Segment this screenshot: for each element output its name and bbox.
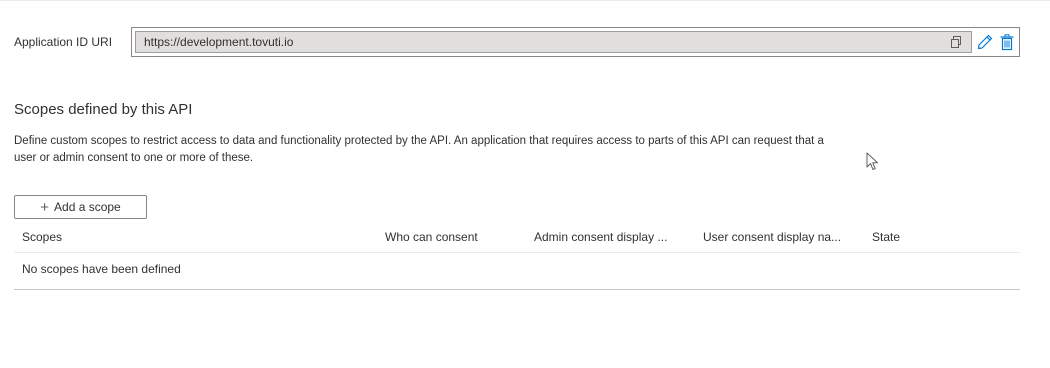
column-header-user-consent-display-name[interactable]: User consent display na... <box>703 230 841 244</box>
scopes-section-title: Scopes defined by this API <box>14 101 193 118</box>
column-header-admin-consent-display-name[interactable]: Admin consent display ... <box>534 230 667 244</box>
copy-icon[interactable] <box>949 35 963 49</box>
scopes-table-header: Scopes Who can consent Admin consent dis… <box>14 222 1020 252</box>
column-header-state[interactable]: State <box>872 230 900 244</box>
application-id-uri-field[interactable]: https://development.tovuti.io <box>135 31 972 53</box>
empty-table-message: No scopes have been defined <box>22 262 181 276</box>
top-divider <box>0 0 1050 1</box>
plus-icon: + <box>40 198 50 216</box>
pencil-edit-icon[interactable] <box>976 32 994 52</box>
add-scope-button-label: Add a scope <box>54 200 121 214</box>
expose-an-api-page: Application ID URI https://development.t… <box>0 0 1050 368</box>
mouse-cursor-icon <box>866 152 880 172</box>
trash-delete-icon[interactable] <box>998 32 1016 52</box>
application-id-uri-container: https://development.tovuti.io <box>131 27 1020 57</box>
scopes-table-body: No scopes have been defined <box>14 252 1020 290</box>
column-header-who-can-consent[interactable]: Who can consent <box>385 230 478 244</box>
application-id-uri-value: https://development.tovuti.io <box>144 35 294 49</box>
add-scope-button[interactable]: + Add a scope <box>14 195 147 219</box>
application-id-uri-row: Application ID URI https://development.t… <box>14 26 1020 58</box>
column-header-scopes[interactable]: Scopes <box>22 230 62 244</box>
scopes-table: Scopes Who can consent Admin consent dis… <box>14 222 1020 290</box>
scopes-section-description: Define custom scopes to restrict access … <box>14 135 824 164</box>
application-id-uri-label: Application ID URI <box>14 35 113 49</box>
